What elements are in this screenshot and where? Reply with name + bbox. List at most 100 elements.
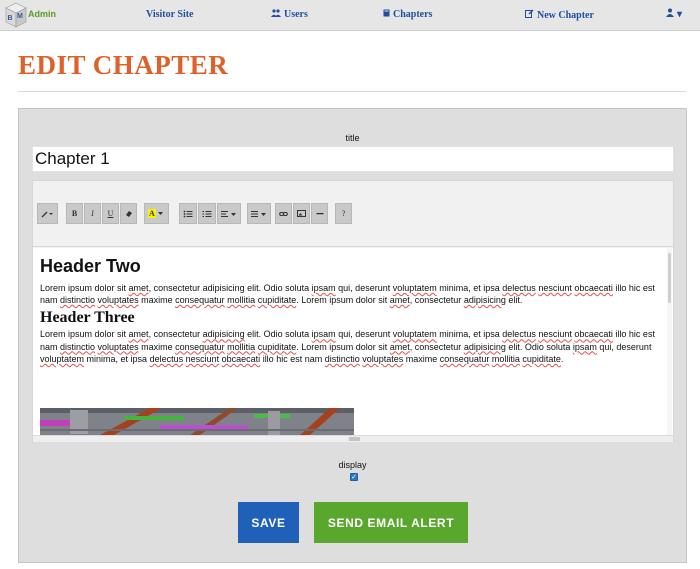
nav-users-label: Users	[284, 9, 308, 20]
content-paragraph-2: Lorem ipsum dolor sit amet, consectetur …	[40, 328, 667, 365]
user-icon	[666, 8, 674, 20]
paragraph-text: illo hic est nam	[260, 353, 325, 364]
editor-toolbar: B I U A ?	[33, 181, 673, 247]
table-dropdown-button[interactable]	[247, 203, 271, 224]
spellcheck-word: cupiditate	[522, 353, 561, 364]
spellcheck-word: consequatur	[175, 295, 225, 306]
users-icon	[271, 9, 281, 20]
checkmark-icon: ✓	[351, 473, 357, 481]
italic-button[interactable]: I	[84, 203, 101, 224]
paragraph-text: maxime	[138, 295, 176, 306]
color-button[interactable]: A	[144, 203, 169, 224]
edit-icon	[525, 9, 534, 21]
save-button[interactable]: SAVE	[238, 502, 299, 543]
spellcheck-word: distinctio	[60, 295, 96, 306]
rich-text-editor: B I U A ? Header Two Lorem ipsum dolor s…	[32, 180, 674, 442]
align-left-icon	[221, 210, 236, 217]
minus-icon	[316, 213, 323, 215]
spellcheck-word: voluptatem	[392, 329, 437, 340]
spellcheck-word: amet	[128, 283, 149, 293]
spellcheck-word: amet	[128, 329, 149, 340]
clear-format-button[interactable]	[120, 203, 137, 224]
spellcheck-word: amet	[389, 295, 410, 306]
content-image[interactable]	[40, 408, 354, 435]
spellcheck-word: consequatur	[175, 341, 225, 352]
spellcheck-word: delectus	[502, 329, 536, 340]
brand-admin-label[interactable]: Admin	[28, 9, 56, 19]
link-button[interactable]	[275, 203, 292, 224]
editor-resize-handle[interactable]	[33, 435, 673, 442]
spellcheck-word: adipisicing	[463, 341, 506, 352]
eraser-icon	[125, 211, 132, 217]
bold-button[interactable]: B	[66, 203, 83, 224]
style-dropdown-button[interactable]	[37, 203, 58, 224]
spellcheck-word: cupiditate	[257, 295, 297, 306]
grip-icon	[349, 437, 360, 441]
paragraph-text: maxime	[138, 341, 176, 352]
spellcheck-word: voluptatem	[40, 353, 85, 364]
page-title: EDIT CHAPTER	[18, 50, 229, 80]
nav-new-chapter-label: New Chapter	[537, 10, 594, 21]
editor-scrollbar-thumb[interactable]	[668, 253, 671, 303]
bold-icon: B	[71, 209, 78, 218]
paragraph-text: , consectetur	[409, 295, 464, 306]
book-icon	[383, 9, 390, 20]
paragraph-text: .	[560, 353, 564, 364]
spellcheck-word: distinctio	[324, 353, 360, 364]
spellcheck-word: consequatur	[439, 353, 490, 364]
spellcheck-word: obcaecati	[221, 353, 261, 364]
image-icon	[297, 210, 306, 217]
spellcheck-word: obcaecati	[574, 283, 613, 293]
paragraph-dropdown-button[interactable]	[217, 203, 241, 224]
paragraph-text: Lorem ipsum dolor sit	[40, 283, 129, 293]
spellcheck-word: distinctio	[60, 341, 96, 352]
paragraph-text: elit. Odio soluta	[505, 341, 573, 352]
paragraph-text: , consectetur adipisicing elit. Odio sol…	[148, 283, 312, 293]
spellcheck-word: mollitia	[491, 353, 520, 364]
spellcheck-word: ipsam	[311, 329, 336, 340]
nav-new-chapter[interactable]: New Chapter	[525, 9, 594, 21]
spellcheck-word: adipisicing	[202, 329, 245, 340]
unordered-list-button[interactable]	[179, 203, 197, 224]
svg-text:M: M	[17, 13, 23, 20]
user-menu-dropdown[interactable]: ▾	[666, 8, 682, 20]
paragraph-text: elit. Odio soluta	[244, 329, 312, 340]
help-button[interactable]: ?	[335, 203, 352, 224]
table-icon	[251, 210, 266, 217]
cube-logo-icon: B M	[5, 2, 27, 28]
nav-chapters[interactable]: Chapters	[383, 9, 432, 20]
paragraph-text: . Lorem ipsum dolor sit	[296, 295, 390, 306]
spellcheck-word: obcaecati	[574, 329, 613, 340]
nav-chapters-label: Chapters	[393, 9, 433, 20]
nav-visitor-site[interactable]: Visitor Site	[146, 9, 194, 20]
paragraph-text: Lorem ipsum dolor sit	[40, 329, 129, 340]
brand-logo[interactable]: B M	[4, 1, 28, 29]
paragraph-text: qui, deserunt	[335, 329, 393, 340]
spellcheck-word: voluptates	[97, 341, 139, 352]
horizontal-rule-button[interactable]	[311, 203, 328, 224]
ordered-list-button[interactable]	[198, 203, 216, 224]
title-input[interactable]: Chapter 1	[32, 146, 674, 172]
content-heading-two: Header Two	[40, 256, 141, 276]
display-label: display	[338, 460, 367, 470]
underline-button[interactable]: U	[102, 203, 119, 224]
edit-chapter-form: title Chapter 1 B I U A ? Header Two Lor…	[18, 108, 687, 563]
spellcheck-word: cupiditate	[257, 341, 297, 352]
paragraph-text: minima, et ipsa	[436, 283, 503, 293]
nav-users[interactable]: Users	[271, 9, 308, 20]
spellcheck-word: mollitia	[227, 341, 256, 352]
link-icon	[279, 211, 288, 216]
italic-icon: I	[91, 209, 94, 218]
spellcheck-word: nesciunt	[538, 283, 572, 293]
chevron-down-icon	[157, 212, 163, 215]
image-button[interactable]	[293, 203, 310, 224]
paragraph-text: qui, deserunt	[596, 341, 652, 352]
spellcheck-word: ipsam	[572, 341, 597, 352]
editor-content[interactable]: Header Two Lorem ipsum dolor sit amet, c…	[33, 248, 673, 435]
paragraph-text: minima, et ipsa	[436, 329, 503, 340]
spellcheck-word: mollitia	[227, 295, 256, 306]
construction-photo-icon	[40, 408, 354, 435]
display-checkbox[interactable]: ✓	[350, 473, 358, 481]
content-heading-three: Header Three	[40, 309, 135, 327]
send-email-alert-button[interactable]: SEND EMAIL ALERT	[314, 502, 468, 543]
